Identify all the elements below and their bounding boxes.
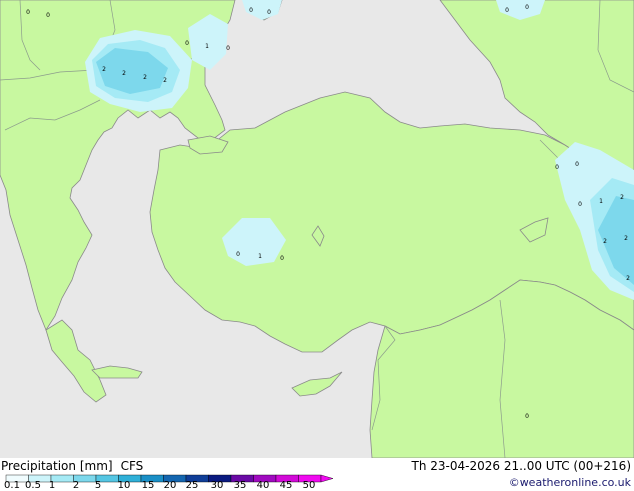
value-label: 2 <box>163 77 167 84</box>
map-canvas: 0 0 0 0 0 0 0 1 0 2 2 2 2 0 0 0 1 2 2 2 … <box>0 0 634 459</box>
value-label: 1 <box>205 43 209 50</box>
value-label: 2 <box>143 74 147 81</box>
color-scale-label: 2 <box>72 480 80 491</box>
value-label: 0 <box>236 251 240 258</box>
color-scale-label: 25 <box>185 480 199 491</box>
precipitation-map: 0 0 0 0 0 0 0 1 0 2 2 2 2 0 0 0 1 2 2 2 … <box>0 0 634 459</box>
value-label: 0 <box>249 7 253 14</box>
color-scale-label: 20 <box>163 480 177 491</box>
color-scale-label: 5 <box>94 480 102 491</box>
value-label: 2 <box>624 235 628 242</box>
value-label: 1 <box>258 253 262 260</box>
color-scale-label: 45 <box>279 480 293 491</box>
color-scale-label: 1 <box>48 480 56 491</box>
color-scale-label: 35 <box>233 480 247 491</box>
value-label: 2 <box>626 275 630 282</box>
value-label: 0 <box>525 4 529 11</box>
color-scale-label: 10 <box>117 480 131 491</box>
credit-link[interactable]: ©weatheronline.co.uk <box>509 476 631 489</box>
color-scale-label: 0.5 <box>25 480 41 491</box>
legend-title: Precipitation [mm] <box>1 459 113 473</box>
color-scale-label: 15 <box>141 480 155 491</box>
value-label: 0 <box>46 12 50 19</box>
legend-bar: Precipitation [mm] CFS Th 23-04-2026 21..… <box>0 458 634 491</box>
color-scale-label: 30 <box>210 480 224 491</box>
color-scale-arrow <box>320 474 334 483</box>
value-label: 0 <box>555 164 559 171</box>
value-label: 0 <box>525 413 529 420</box>
value-label: 2 <box>620 194 624 201</box>
value-label: 0 <box>185 40 189 47</box>
value-label: 0 <box>267 9 271 16</box>
value-label: 0 <box>578 201 582 208</box>
value-label: 0 <box>26 9 30 16</box>
legend-title-row: Precipitation [mm] CFS <box>1 459 143 473</box>
value-label: 2 <box>603 238 607 245</box>
color-scale-label: 0.1 <box>4 480 20 491</box>
value-label: 0 <box>226 45 230 52</box>
color-scale-label: 50 <box>302 480 316 491</box>
value-label: 2 <box>122 70 126 77</box>
forecast-datetime: Th 23-04-2026 21..00 UTC (00+216) <box>411 459 631 473</box>
value-label: 2 <box>102 66 106 73</box>
value-label: 0 <box>280 255 284 262</box>
value-label: 1 <box>599 198 603 205</box>
color-scale-label: 40 <box>256 480 270 491</box>
model-name: CFS <box>120 459 144 473</box>
value-label: 0 <box>505 7 509 14</box>
value-label: 0 <box>575 161 579 168</box>
